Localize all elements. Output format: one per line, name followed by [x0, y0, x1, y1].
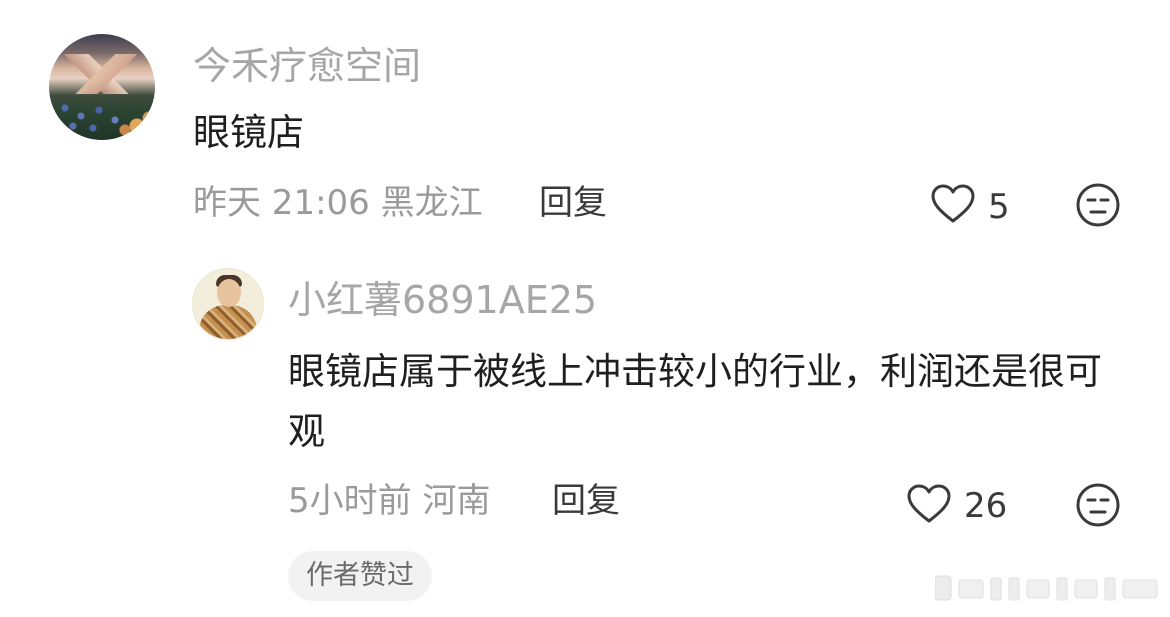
unamused-face-icon — [1076, 483, 1120, 527]
avatar[interactable] — [192, 268, 264, 340]
dislike-button[interactable] — [1075, 482, 1121, 528]
comment-username[interactable]: 小红薯6891AE25 — [288, 281, 597, 319]
avatar[interactable] — [49, 34, 155, 140]
comment-meta: 昨天 21:06 黑龙江 — [193, 183, 483, 223]
like-button[interactable] — [930, 183, 976, 225]
comment-text: 眼镜店属于被线上冲击较小的行业，利润还是很可观 — [288, 350, 1102, 453]
author-liked-badge: 作者赞过 — [288, 551, 432, 601]
unamused-face-icon — [1076, 183, 1120, 227]
dislike-button[interactable] — [1075, 182, 1121, 228]
reply-button[interactable]: 回复 — [539, 186, 607, 220]
comment-text: 眼镜店 — [193, 111, 304, 154]
like-count: 5 — [988, 187, 1010, 227]
heart-icon — [907, 484, 951, 523]
heart-icon — [931, 184, 975, 223]
comment-meta: 5小时前 河南 — [288, 481, 491, 521]
avatar-illustration-body — [199, 305, 257, 339]
reply-button[interactable]: 回复 — [552, 484, 620, 518]
comment-username[interactable]: 今禾疗愈空间 — [193, 47, 421, 85]
avatar-landscape-mountain — [49, 54, 155, 94]
like-count: 26 — [964, 486, 1008, 526]
like-button[interactable] — [906, 483, 952, 525]
avatar-landscape-flowers — [55, 98, 149, 134]
watermark-logo — [934, 572, 1160, 604]
avatar-illustration-head — [217, 279, 241, 307]
